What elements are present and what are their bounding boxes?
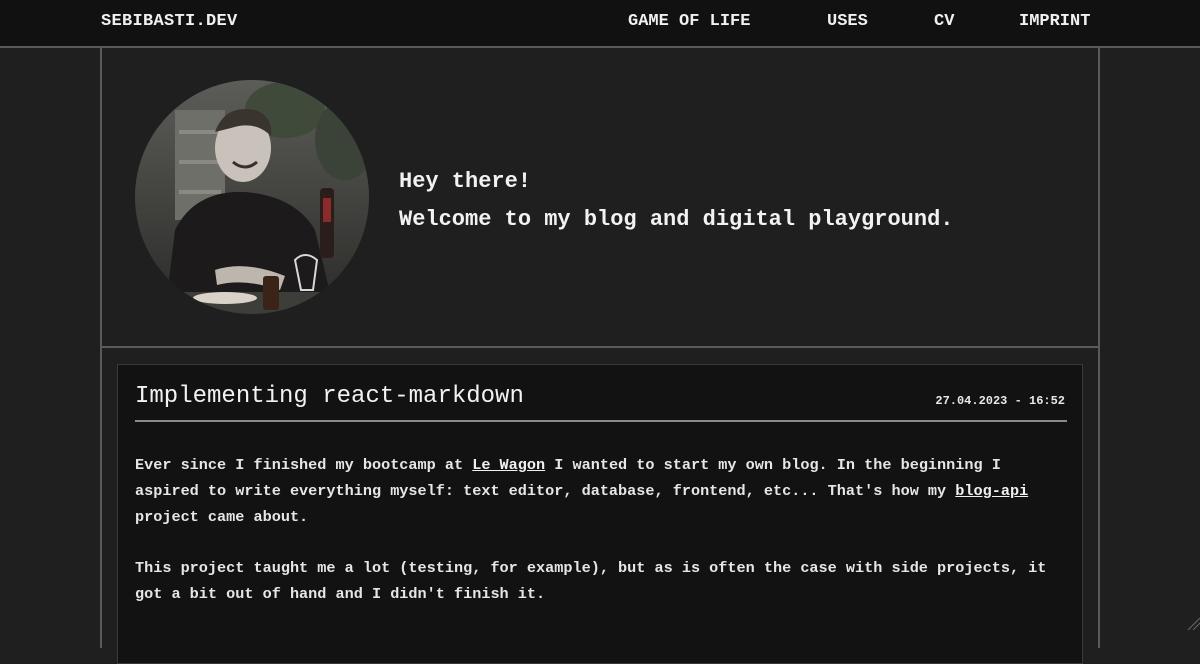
- nav-item-game-of-life[interactable]: GAME OF LIFE: [628, 12, 750, 31]
- post-title[interactable]: Implementing react-markdown: [135, 383, 524, 410]
- hero-section: Hey there! Welcome to my blog and digita…: [102, 48, 1098, 348]
- post-paragraph-1-text-a: Ever since I finished my bootcamp at: [135, 456, 472, 474]
- le-wagon-link[interactable]: Le Wagon: [472, 456, 545, 474]
- post-paragraph-2: This project taught me a lot (testing, f…: [135, 555, 1067, 607]
- post-date: 27.04.2023 - 16:52: [935, 394, 1065, 408]
- blog-post-card: Implementing react-markdown 27.04.2023 -…: [117, 364, 1083, 664]
- resize-grip-icon: [1184, 614, 1200, 630]
- nav-item-cv[interactable]: CV: [934, 12, 954, 31]
- nav-item-uses[interactable]: USES: [827, 12, 868, 31]
- post-paragraph-1: Ever since I finished my bootcamp at Le …: [135, 452, 1067, 530]
- top-navigation-bar: SEBIBASTI.DEV GAME OF LIFE USES CV IMPRI…: [0, 0, 1200, 48]
- hero-greeting: Hey there! Welcome to my blog and digita…: [399, 163, 954, 239]
- hero-greeting-line-2: Welcome to my blog and digital playgroun…: [399, 201, 954, 239]
- nav-item-imprint[interactable]: IMPRINT: [1019, 12, 1090, 31]
- post-excerpt: Ever since I finished my bootcamp at Le …: [135, 452, 1067, 632]
- avatar: [135, 80, 369, 314]
- profile-photo-icon: [135, 80, 369, 314]
- hero-greeting-line-1: Hey there!: [399, 163, 954, 201]
- post-paragraph-1-text-c: project came about.: [135, 508, 308, 526]
- main-nav: GAME OF LIFE USES CV IMPRINT: [0, 12, 1200, 36]
- post-title-divider: [135, 420, 1067, 422]
- blog-api-link[interactable]: blog-api: [955, 482, 1028, 500]
